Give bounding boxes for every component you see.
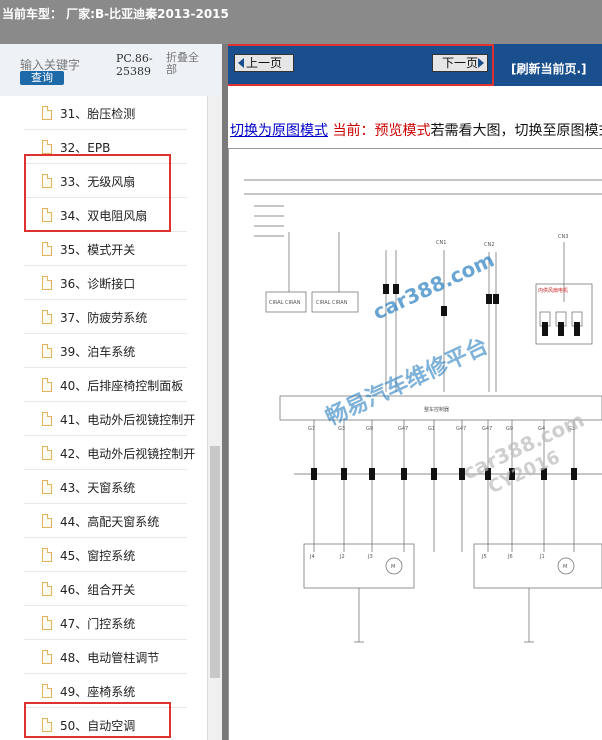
- current-mode-text: 当前：预览模式: [332, 123, 431, 139]
- connector-label: CN3: [558, 234, 568, 240]
- motor-label: M: [391, 564, 395, 570]
- pin-label: G47: [482, 426, 492, 432]
- relay-label: 内供风扇电机: [538, 287, 568, 294]
- tree-item[interactable]: 31、胎压检测: [24, 96, 187, 130]
- search-bar: 输入关键字 查询 PC.86- 25389 折叠全部: [0, 44, 222, 96]
- switch-original-mode-link[interactable]: 切换为原图模式: [230, 123, 328, 139]
- document-icon: [42, 378, 52, 392]
- left-panel: 输入关键字 查询 PC.86- 25389 折叠全部 31、胎压检测 32、EP…: [0, 44, 222, 740]
- pin-label: J6: [507, 554, 513, 560]
- pin-label: J1: [539, 554, 545, 560]
- document-icon: [42, 650, 52, 664]
- tree-item[interactable]: 40、后排座椅控制面板: [24, 368, 187, 402]
- pc-code-line-1: PC.86-: [116, 52, 153, 65]
- document-icon: [42, 106, 52, 120]
- document-icon: [42, 344, 52, 358]
- tree-item-label: 37、防疲劳系统: [60, 311, 148, 325]
- tree-item-label: 49、座椅系统: [60, 685, 136, 699]
- tree-item-label: 36、诊断接口: [60, 277, 136, 291]
- controller-label: 整车控制器: [424, 406, 449, 413]
- document-icon: [42, 412, 52, 426]
- pin-label: J4: [309, 554, 315, 560]
- pc-code: PC.86- 25389: [116, 52, 153, 78]
- pin-label: G1: [428, 426, 435, 432]
- connector-label: CN1: [436, 240, 446, 246]
- tree-item-label: 39、泊车系统: [60, 345, 136, 359]
- document-icon: [42, 514, 52, 528]
- mode-line: 切换为原图模式 当前：预览模式若需看大图，切换至原图模式: [230, 120, 602, 140]
- tree-item[interactable]: 36、诊断接口: [24, 266, 187, 300]
- tree-item-label: 43、天窗系统: [60, 481, 136, 495]
- tree-item-label: 31、胎压检测: [60, 107, 136, 121]
- tree-item[interactable]: 47、门控系统: [24, 606, 187, 640]
- tree-item[interactable]: 44、高配天窗系统: [24, 504, 187, 538]
- tree-item-label: 40、后排座椅控制面板: [60, 379, 184, 393]
- document-icon: [42, 548, 52, 562]
- tree-item[interactable]: 43、天窗系统: [24, 470, 187, 504]
- pin-label: J2: [339, 554, 345, 560]
- tree-scrollbar[interactable]: [207, 96, 222, 740]
- document-icon: [42, 310, 52, 324]
- tree-item[interactable]: 45、窗控系统: [24, 538, 187, 572]
- tree-item-label: 46、组合开关: [60, 583, 136, 597]
- motor-label: M: [563, 564, 567, 570]
- pin-label: G9: [366, 426, 373, 432]
- tree-item-label: 44、高配天窗系统: [60, 515, 160, 529]
- tree-item-label: 42、电动外后视镜控制开: [60, 447, 196, 461]
- tree-item[interactable]: 42、电动外后视镜控制开: [24, 436, 195, 470]
- pin-label: J5: [481, 554, 487, 560]
- pin-label: G7: [308, 426, 315, 432]
- tree-item-label: 48、电动管柱调节: [60, 651, 160, 665]
- tree-item[interactable]: 48、电动管柱调节: [24, 640, 187, 674]
- pin-label: J3: [367, 554, 373, 560]
- tree-item-label: 41、电动外后视镜控制开: [60, 413, 196, 427]
- tree-item[interactable]: 37、防疲劳系统: [24, 300, 187, 334]
- refresh-page-link[interactable]: [刷新当前页.]: [511, 60, 587, 77]
- search-button[interactable]: 查询: [20, 71, 64, 85]
- pin-label: G47: [398, 426, 408, 432]
- scroll-thumb[interactable]: [210, 446, 220, 678]
- document-icon: [42, 446, 52, 460]
- highlight-box-fans: [24, 154, 171, 232]
- tree-item-label: 47、门控系统: [60, 617, 136, 631]
- tree-item-label: 35、模式开关: [60, 243, 136, 257]
- pin-label: G9: [506, 426, 513, 432]
- tree-item[interactable]: 41、电动外后视镜控制开: [24, 402, 195, 436]
- document-icon: [42, 276, 52, 290]
- pin-label: G47: [456, 426, 466, 432]
- mode-hint-text: 若需看大图，切换至原图模式: [430, 123, 602, 139]
- viewer-toolbar: 上一页 下一页 [刷新当前页.]: [228, 44, 602, 86]
- tree-item-label: 45、窗控系统: [60, 549, 136, 563]
- module-label: CIRAL CIRAN: [269, 300, 301, 306]
- pc-code-line-2: 25389: [116, 65, 151, 78]
- document-icon: [42, 242, 52, 256]
- module-label: CIRAL CIRAN: [316, 300, 348, 306]
- tree-item[interactable]: 46、组合开关: [24, 572, 187, 606]
- highlight-box-aircon: [24, 702, 171, 738]
- tree-item[interactable]: 39、泊车系统: [24, 334, 187, 368]
- highlight-box-nav: [228, 44, 494, 86]
- document-icon: [42, 480, 52, 494]
- tree-item[interactable]: 35、模式开关: [24, 232, 187, 266]
- document-icon: [42, 684, 52, 698]
- collapse-all-button[interactable]: 折叠全部: [166, 52, 206, 76]
- diagram-viewer: 上一页 下一页 [刷新当前页.] 切换为原图模式 当前：预览模式若需看大图，切换…: [228, 44, 602, 740]
- window-title: 当前车型： 厂家:B-比亚迪秦2013-2015: [2, 7, 229, 21]
- title-bar: 当前车型： 厂家:B-比亚迪秦2013-2015: [0, 0, 602, 44]
- document-icon: [42, 582, 52, 596]
- document-icon: [42, 140, 52, 154]
- document-icon: [42, 616, 52, 630]
